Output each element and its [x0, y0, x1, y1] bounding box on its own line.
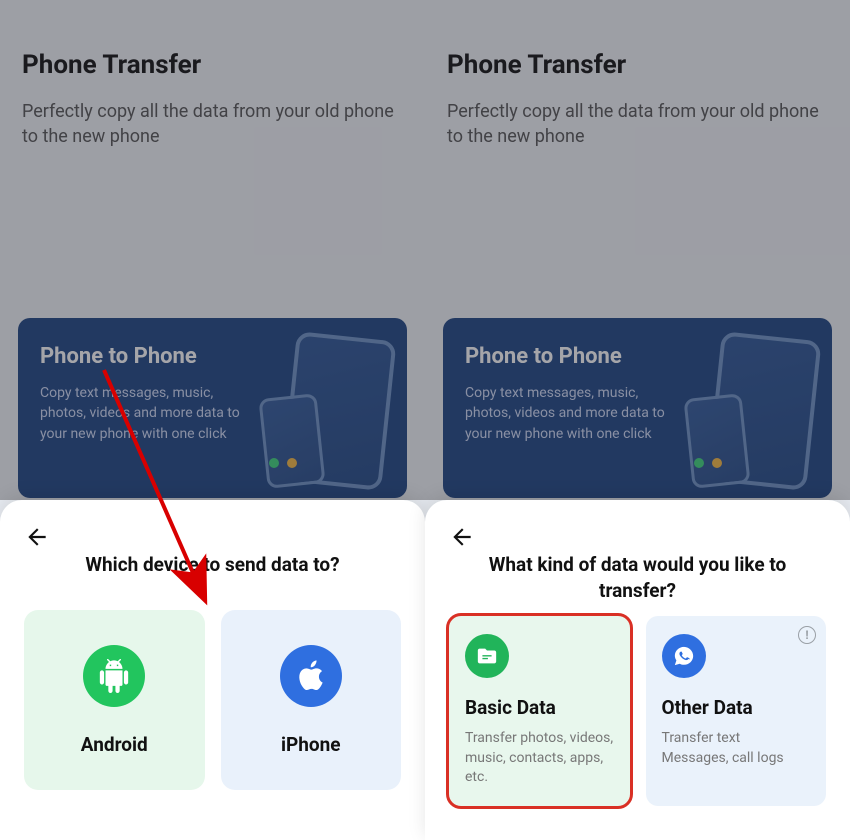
android-icon — [83, 645, 145, 707]
sheet-title: What kind of data would you like to tran… — [468, 552, 808, 603]
data-type-sheet: What kind of data would you like to tran… — [425, 500, 850, 840]
folder-icon — [465, 634, 509, 678]
option-android[interactable]: Android — [24, 610, 205, 790]
decorative-dots — [269, 458, 297, 468]
back-button[interactable] — [447, 522, 477, 552]
arrow-left-icon — [449, 524, 475, 550]
page-subtitle: Perfectly copy all the data from your ol… — [22, 99, 402, 149]
page-title: Phone Transfer — [447, 50, 828, 81]
option-label: Android — [81, 733, 148, 756]
card-title: Other Data — [662, 696, 811, 719]
phone-to-phone-card[interactable]: Phone to Phone Copy text messages, music… — [18, 318, 407, 498]
phone-illustration-icon — [258, 393, 325, 489]
option-other-data[interactable]: ! Other Data Transfer text Messages, cal… — [646, 616, 827, 806]
card-description: Transfer text Messages, call logs — [662, 729, 811, 768]
decorative-dots — [694, 458, 722, 468]
sheet-title: Which device to send data to? — [43, 552, 383, 578]
comparison-stage: Phone Transfer Perfectly copy all the da… — [0, 0, 850, 840]
phone-illustration-icon — [683, 393, 750, 489]
apple-icon — [280, 645, 342, 707]
device-options: Android iPhone — [24, 610, 401, 790]
back-button[interactable] — [22, 522, 52, 552]
option-basic-data[interactable]: Basic Data Transfer photos, videos, musi… — [449, 616, 630, 806]
card-description: Copy text messages, music, photos, video… — [40, 383, 240, 444]
background-screen-right: Phone Transfer Perfectly copy all the da… — [425, 0, 850, 500]
phone-to-phone-card[interactable]: Phone to Phone Copy text messages, music… — [443, 318, 832, 498]
page-title: Phone Transfer — [22, 50, 403, 81]
option-iphone[interactable]: iPhone — [221, 610, 402, 790]
data-type-options: Basic Data Transfer photos, videos, musi… — [449, 616, 826, 806]
whatsapp-icon — [662, 634, 706, 678]
device-select-sheet: Which device to send data to? Android iP… — [0, 500, 425, 840]
card-description: Copy text messages, music, photos, video… — [465, 383, 665, 444]
card-title: Basic Data — [465, 696, 614, 719]
arrow-left-icon — [24, 524, 50, 550]
option-label: iPhone — [281, 733, 341, 756]
card-description: Transfer photos, videos, music, contacts… — [465, 729, 614, 788]
background-screen-left: Phone Transfer Perfectly copy all the da… — [0, 0, 425, 500]
info-icon[interactable]: ! — [798, 626, 816, 644]
page-subtitle: Perfectly copy all the data from your ol… — [447, 99, 827, 149]
